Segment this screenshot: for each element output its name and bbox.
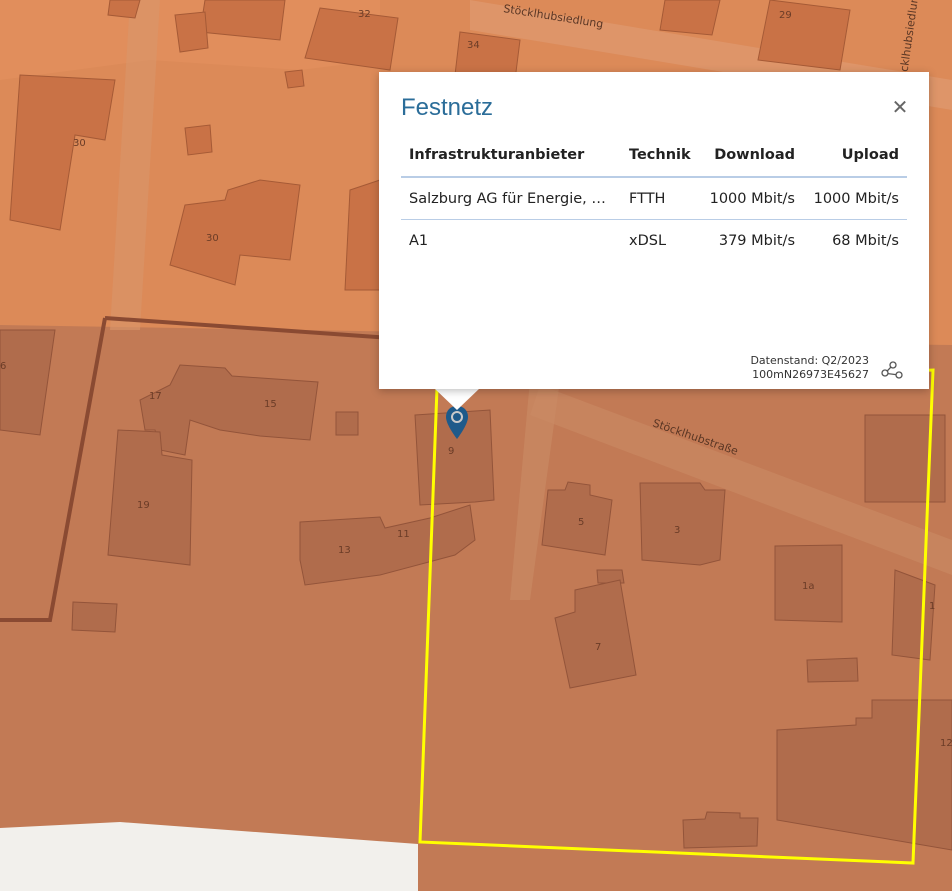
house-number: 34 bbox=[467, 40, 480, 51]
house-number: 7 bbox=[595, 642, 601, 653]
house-number: 3 bbox=[674, 525, 680, 536]
upload-cell: 68 Mbit/s bbox=[832, 232, 899, 249]
table-header-row: Infrastrukturanbieter Technik Download U… bbox=[401, 134, 907, 178]
house-number: 19 bbox=[137, 500, 150, 511]
provider-cell: A1 bbox=[409, 232, 429, 249]
house-number: 30 bbox=[206, 233, 219, 244]
technology-cell: xDSL bbox=[629, 232, 667, 249]
popup-footer: Datenstand: Q2/2023 100mN26973E45627 bbox=[750, 354, 869, 382]
table-row: Salzburg AG für Energie, V... FTTH 1000 … bbox=[401, 177, 907, 220]
house-number: 12 bbox=[940, 738, 952, 749]
column-header-upload: Upload bbox=[803, 134, 907, 178]
info-popup: Festnetz ✕ Infrastrukturanbieter Technik… bbox=[379, 72, 929, 389]
house-number: 17 bbox=[149, 391, 162, 402]
house-number: 11 bbox=[397, 529, 410, 540]
house-number: 29 bbox=[779, 10, 792, 21]
technology-cell: FTTH bbox=[621, 177, 694, 220]
close-icon[interactable]: ✕ bbox=[891, 97, 909, 117]
share-icon[interactable] bbox=[881, 361, 903, 381]
download-cell: 379 Mbit/s bbox=[718, 232, 795, 249]
house-number: 9 bbox=[448, 446, 454, 457]
house-number: 32 bbox=[358, 9, 371, 20]
provider-cell: Salzburg AG für Energie, V... bbox=[401, 177, 621, 220]
house-number: 30 bbox=[73, 138, 86, 149]
house-number: 1 bbox=[929, 601, 935, 612]
column-header-technology: Technik bbox=[621, 134, 694, 178]
map-pin-icon[interactable] bbox=[444, 405, 470, 441]
download-cell: 1000 Mbit/s bbox=[694, 177, 803, 220]
house-number: 5 bbox=[578, 517, 584, 528]
house-number: 1a bbox=[802, 581, 815, 592]
column-header-download: Download bbox=[694, 134, 803, 178]
house-number: 6 bbox=[0, 361, 6, 372]
column-header-provider: Infrastrukturanbieter bbox=[401, 134, 621, 178]
data-state-label: Datenstand: Q2/2023 bbox=[750, 354, 869, 367]
provider-table: Infrastrukturanbieter Technik Download U… bbox=[401, 134, 907, 261]
popup-pointer bbox=[434, 388, 480, 410]
popup-title: Festnetz bbox=[401, 94, 494, 121]
house-number: 15 bbox=[264, 399, 277, 410]
grid-cell-id: 100mN26973E45627 bbox=[752, 368, 869, 381]
upload-cell: 1000 Mbit/s bbox=[803, 177, 907, 220]
table-row: A1 xDSL 379 Mbit/s 68 Mbit/s bbox=[401, 220, 907, 262]
house-number: 13 bbox=[338, 545, 351, 556]
